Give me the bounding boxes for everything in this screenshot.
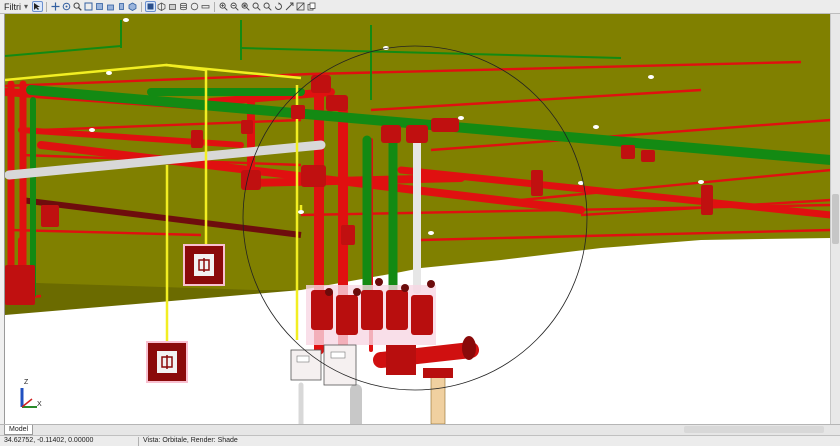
shade-icon[interactable] [145,1,157,12]
vertical-scrollbar-thumb[interactable] [832,194,839,244]
view-render-info: Vista: Orbitale, Render: Shade [143,437,238,444]
cursor-coordinates: 34.62752, -0.11402, 0.00000 [4,437,94,444]
sphere-icon[interactable] [190,2,199,11]
valve-assembly [290,278,479,424]
zoom-window-icon[interactable] [84,2,93,11]
rotate-icon[interactable] [274,2,283,11]
pan-icon[interactable] [51,2,60,11]
zoom-next-icon[interactable] [263,2,272,11]
select-icon[interactable] [32,1,44,12]
filter-dropdown[interactable]: ▾ [24,2,28,11]
measure-icon[interactable] [201,2,210,11]
horizontal-scrollbar[interactable] [684,426,824,433]
copy-icon[interactable] [307,2,316,11]
cylinder-icon[interactable] [179,2,188,11]
box-icon[interactable] [168,2,177,11]
view-side-icon[interactable] [117,2,126,11]
tab-model[interactable]: Model [4,425,34,435]
zoom-prev-icon[interactable] [252,2,261,11]
toolbar-separator [214,1,216,12]
status-bar: 34.62752, -0.11402, 0.00000 Vista: Orbit… [0,435,840,446]
link-icon[interactable] [285,2,294,11]
vertical-scrollbar[interactable] [830,14,840,424]
zoom-icon[interactable] [73,2,82,11]
wall-box-2 [146,341,188,383]
tab-bar: Model [0,424,840,435]
status-separator [138,437,139,446]
scene: Z X [5,14,831,424]
zoom-out-icon[interactable] [230,2,239,11]
section-icon[interactable] [296,2,305,11]
toolbar-separator [141,1,143,12]
zoom-fit-icon[interactable] [241,2,250,11]
view-iso-icon[interactable] [128,2,137,11]
orbit-icon[interactable] [62,2,71,11]
view-front-icon[interactable] [106,2,115,11]
view-top-icon[interactable] [95,2,104,11]
wireframe-icon[interactable] [157,2,166,11]
toolbar-separator [46,1,48,12]
filter-label: Filtri [4,1,21,12]
viewer-window: Filtri ▾ Z X Model 34.62752, -0.11402, 0… [0,0,840,446]
zoom-in-icon[interactable] [219,2,228,11]
axis-x-label: X [37,401,42,408]
axis-gizmo: Z X [20,379,42,408]
wall-box-1 [183,244,225,286]
axis-z-label: Z [24,379,29,386]
3d-viewport[interactable]: Z X [4,14,831,424]
toolbar: Filtri ▾ [0,0,840,14]
